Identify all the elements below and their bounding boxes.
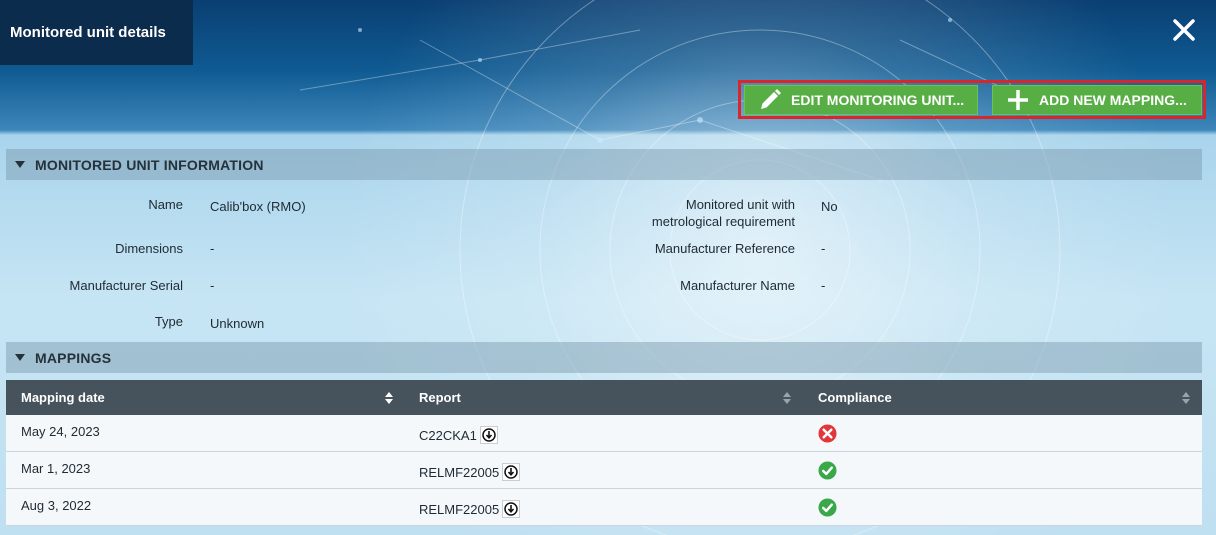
download-icon xyxy=(482,428,496,442)
mappings-table: Mapping date Report Compliance May 24, 2… xyxy=(6,380,1202,526)
column-label: Report xyxy=(419,390,461,405)
plus-icon xyxy=(1005,88,1031,112)
download-icon xyxy=(504,465,518,479)
pencil-icon xyxy=(757,88,783,112)
download-button[interactable] xyxy=(502,500,521,518)
table-row[interactable]: May 24, 2023 C22CKA1 xyxy=(6,415,1202,452)
check-circle-icon xyxy=(818,460,837,480)
mapping-date-cell: Mar 1, 2023 xyxy=(21,460,91,476)
compliance-cell xyxy=(818,489,837,525)
section-header-monitored-unit-information[interactable]: MONITORED UNIT INFORMATION xyxy=(6,149,1202,180)
manufacturer-serial-value: - xyxy=(210,278,215,293)
manufacturer-name-label: Manufacturer Name xyxy=(680,278,795,293)
column-header-compliance[interactable]: Compliance xyxy=(818,380,1178,415)
check-circle-icon xyxy=(818,497,837,517)
table-header: Mapping date Report Compliance xyxy=(6,380,1202,415)
compliance-cell xyxy=(818,452,837,488)
report-name: RELMF22005 xyxy=(419,501,500,517)
caret-down-icon xyxy=(15,353,25,363)
sort-icon[interactable] xyxy=(385,391,393,405)
table-row[interactable]: Mar 1, 2023 RELMF22005 xyxy=(6,452,1202,489)
manufacturer-serial-label: Manufacturer Serial xyxy=(69,278,183,293)
metrological-label-line1: Monitored unit with xyxy=(685,197,795,212)
metrological-label-line2: metrological requirement xyxy=(651,214,795,229)
name-label: Name xyxy=(148,197,183,212)
close-button[interactable] xyxy=(1166,12,1202,48)
edit-button-label: EDIT MONITORING UNIT... xyxy=(791,91,965,108)
metrological-requirement-label: Monitored unit with metrological require… xyxy=(600,196,795,230)
section-title: MONITORED UNIT INFORMATION xyxy=(35,156,264,173)
compliance-cell xyxy=(818,415,837,451)
download-button[interactable] xyxy=(502,463,521,481)
column-header-mapping-date[interactable]: Mapping date xyxy=(21,380,401,415)
edit-monitoring-unit-button[interactable]: EDIT MONITORING UNIT... xyxy=(744,84,978,115)
dimensions-value: - xyxy=(210,241,215,256)
download-button[interactable] xyxy=(479,426,498,444)
dialog-header: Monitored unit details EDIT MONITORING U… xyxy=(0,0,1216,131)
dimensions-label: Dimensions xyxy=(115,241,183,256)
name-value: Calib'box (RMO) xyxy=(210,199,306,214)
section-header-mappings[interactable]: MAPPINGS xyxy=(6,342,1202,373)
close-icon xyxy=(1173,19,1195,41)
type-label: Type xyxy=(154,314,183,329)
section-title: MAPPINGS xyxy=(35,349,112,366)
column-label: Compliance xyxy=(818,390,892,405)
add-new-mapping-button[interactable]: ADD NEW MAPPING... xyxy=(992,84,1202,115)
report-cell: RELMF22005 xyxy=(419,454,521,490)
sort-icon[interactable] xyxy=(783,391,791,405)
type-value: Unknown xyxy=(210,316,265,331)
manufacturer-name-value: - xyxy=(821,278,826,293)
column-header-report[interactable]: Report xyxy=(419,380,789,415)
report-name: RELMF22005 xyxy=(419,464,500,480)
report-name: C22CKA1 xyxy=(419,427,477,443)
add-button-label: ADD NEW MAPPING... xyxy=(1039,91,1187,108)
x-circle-icon xyxy=(818,423,837,443)
caret-down-icon xyxy=(15,160,25,170)
manufacturer-reference-label: Manufacturer Reference xyxy=(654,241,795,256)
column-label: Mapping date xyxy=(21,390,105,405)
dialog-title: Monitored unit details xyxy=(0,0,193,65)
report-cell: RELMF22005 xyxy=(419,491,521,527)
download-icon xyxy=(504,502,518,516)
sort-icon[interactable] xyxy=(1182,391,1190,405)
mapping-date-cell: Aug 3, 2022 xyxy=(21,497,92,513)
report-cell: C22CKA1 xyxy=(419,417,498,453)
metrological-requirement-value: No xyxy=(821,199,838,214)
action-buttons-group: EDIT MONITORING UNIT... ADD NEW MAPPING.… xyxy=(738,80,1206,119)
table-row[interactable]: Aug 3, 2022 RELMF22005 xyxy=(6,489,1202,526)
mapping-date-cell: May 24, 2023 xyxy=(21,423,100,439)
manufacturer-reference-value: - xyxy=(821,241,826,256)
